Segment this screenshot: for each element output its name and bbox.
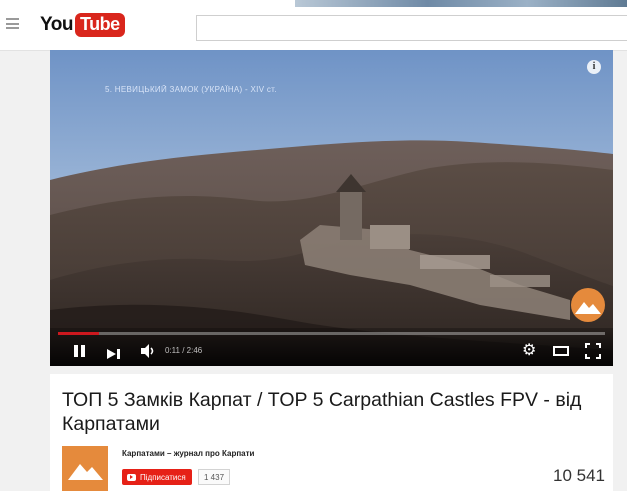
video-caption: 5. НЕВИЦЬКИЙ ЗАМОК (УКРАЇНА) - XIV ст. [105, 85, 277, 94]
view-count: 10 541 [553, 466, 605, 485]
time-display: 0:11 / 2:46 [165, 346, 203, 355]
info-icon[interactable]: i [587, 60, 601, 74]
video-frame [50, 50, 613, 366]
video-title: ТОП 5 Замків Карпат / TOP 5 Carpathian C… [62, 389, 582, 435]
subscribe-button[interactable]: Підписатися [122, 469, 192, 485]
progress-bar[interactable] [58, 332, 605, 335]
video-player[interactable]: 5. НЕВИЦЬКИЙ ЗАМОК (УКРАЇНА) - XIV ст. i… [50, 50, 613, 366]
progress-fill [58, 332, 100, 335]
youtube-logo[interactable]: You Tube [40, 12, 125, 38]
volume-icon[interactable] [141, 344, 157, 358]
gear-icon[interactable]: ⚙ [522, 343, 536, 359]
logo-you-text: You [40, 14, 73, 35]
next-icon[interactable] [107, 346, 121, 359]
logo-tube-text: Tube [74, 13, 125, 37]
subscriber-count: 1 437 [198, 469, 231, 485]
subscribe-label: Підписатися [140, 472, 186, 482]
pause-icon[interactable] [74, 345, 86, 357]
theater-icon[interactable] [553, 346, 569, 356]
search-input[interactable] [196, 15, 627, 41]
video-info-panel: ТОП 5 Замків Карпат / TOP 5 Carpathian C… [50, 374, 613, 491]
masthead: You Tube [0, 0, 627, 51]
fullscreen-icon[interactable] [585, 343, 601, 359]
menu-icon[interactable] [6, 18, 19, 29]
channel-watermark-icon[interactable] [571, 288, 605, 322]
background-photo-strip [295, 0, 627, 7]
youtube-play-icon [127, 473, 136, 481]
player-controls: 0:11 / 2:46 ⚙ [50, 328, 613, 366]
channel-name[interactable]: Карпатами – журнал про Карпати [122, 449, 254, 458]
channel-avatar[interactable] [62, 446, 108, 491]
